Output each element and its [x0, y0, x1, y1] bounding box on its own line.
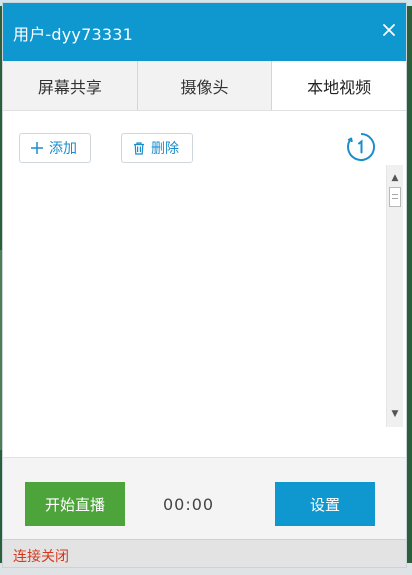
connection-status: 连接关闭	[13, 549, 69, 565]
close-icon[interactable]	[380, 21, 398, 39]
scroll-up-icon[interactable]: ▲	[387, 171, 403, 185]
video-list[interactable]	[3, 171, 389, 425]
tab-camera[interactable]: 摄像头	[137, 61, 273, 110]
toolbar: 添加 删除	[3, 111, 406, 171]
plus-icon	[31, 142, 43, 154]
delete-button[interactable]: 删除	[121, 133, 193, 163]
footer: 开始直播 00:00 设置	[3, 457, 406, 539]
status-bar: 连接关闭	[3, 539, 406, 567]
tab-bar: 屏幕共享 摄像头 本地视频	[3, 61, 407, 111]
settings-button[interactable]: 设置	[275, 482, 375, 526]
add-button-label: 添加	[49, 141, 77, 157]
title-bar: 用户-dyy73331	[3, 3, 406, 61]
list-scrollbar[interactable]: ▲ ▼	[386, 165, 403, 427]
tab-local-video[interactable]: 本地视频	[272, 61, 407, 110]
window-title: 用户-dyy73331	[13, 25, 133, 44]
delete-button-label: 删除	[151, 141, 179, 157]
scroll-down-icon[interactable]: ▼	[387, 407, 403, 421]
start-live-button[interactable]: 开始直播	[25, 482, 125, 526]
live-dialog: 用户-dyy73331 屏幕共享 摄像头 本地视频 添加 删除 ▲ ▼ 开始直播…	[2, 2, 407, 568]
tab-label: 屏幕共享	[37, 77, 102, 97]
tab-label: 摄像头	[180, 77, 229, 97]
scrollbar-thumb[interactable]	[389, 187, 401, 207]
trash-icon	[134, 142, 144, 155]
repeat-once-icon[interactable]	[345, 131, 377, 163]
tab-label: 本地视频	[307, 77, 372, 97]
add-button[interactable]: 添加	[19, 133, 91, 163]
live-timer: 00:00	[163, 495, 215, 514]
tab-screen-share[interactable]: 屏幕共享	[3, 61, 138, 110]
